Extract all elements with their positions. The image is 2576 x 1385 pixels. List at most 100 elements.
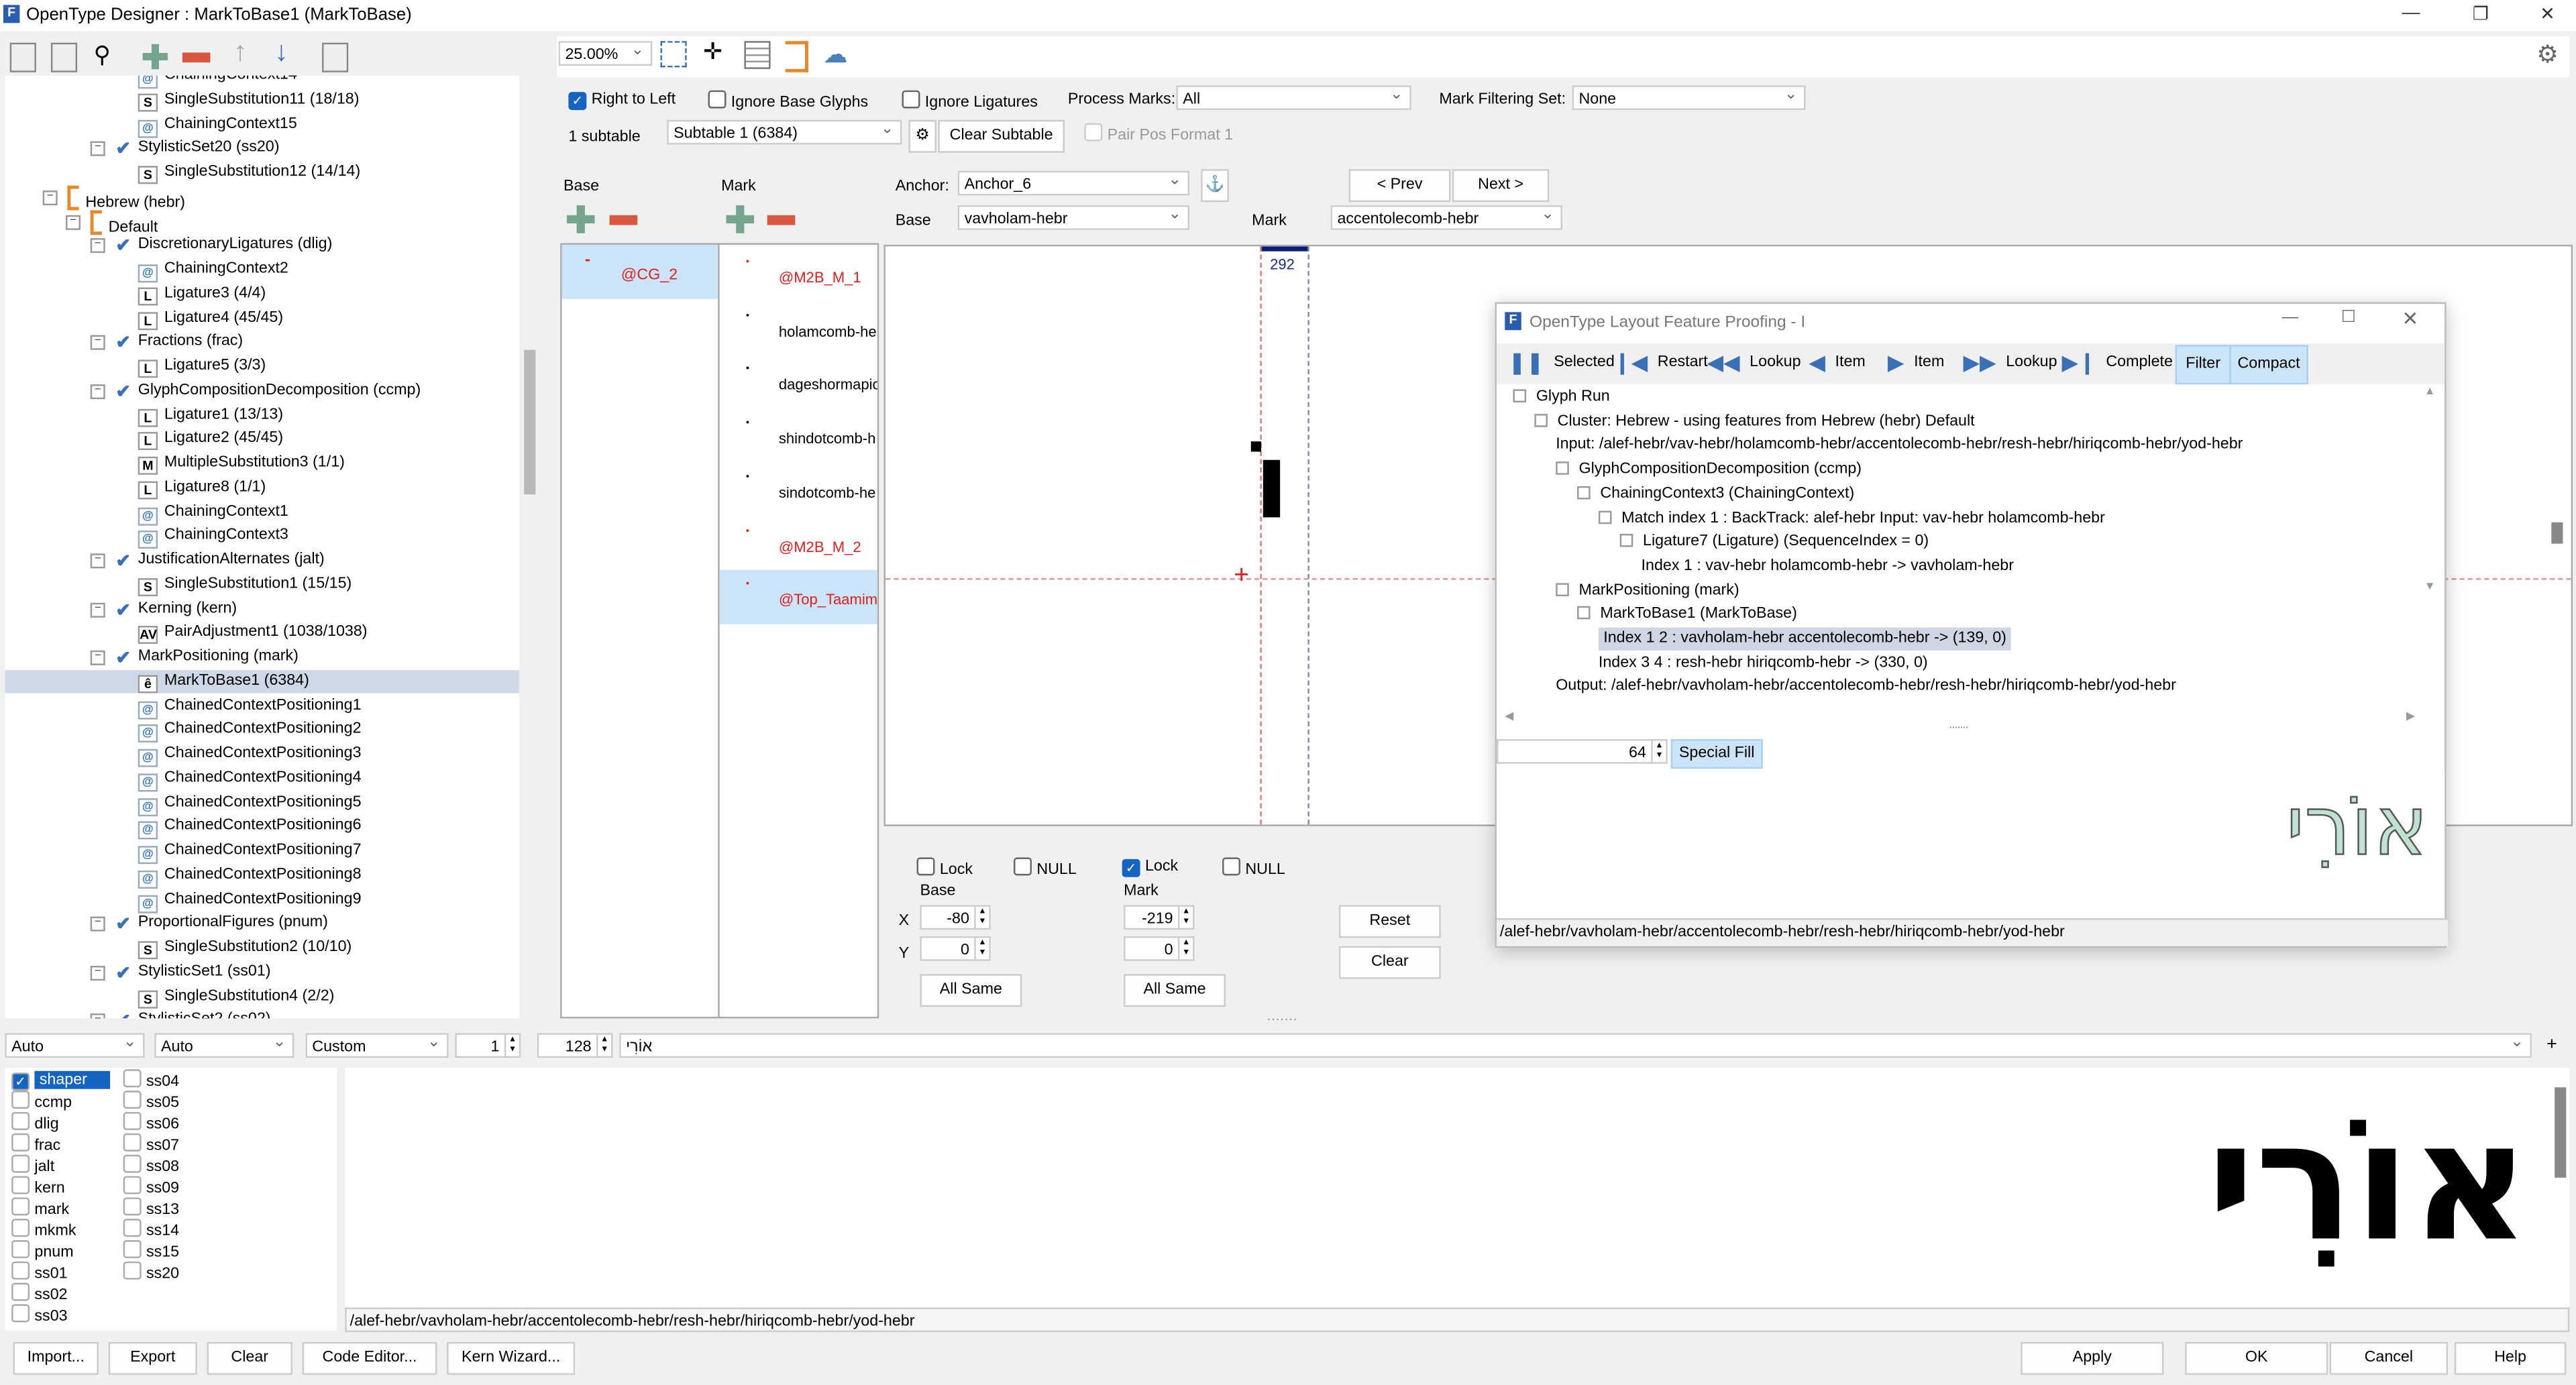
- checkbox-icon[interactable]: [11, 1304, 30, 1323]
- tree-item[interactable]: − ✔ StylisticSet20 (ss20): [5, 137, 519, 160]
- remove-icon[interactable]: [182, 52, 211, 63]
- collapse-toggle[interactable]: [1598, 510, 1612, 524]
- tree-item[interactable]: L Ligature2 (45/45): [5, 427, 519, 451]
- base-null-checkbox[interactable]: NULL: [1014, 857, 1077, 879]
- proof-tree-item[interactable]: Input: /alef-hebr/vav-hebr/holamcomb-heb…: [1556, 434, 2243, 457]
- font-size-field[interactable]: 128 ▲ ▼: [537, 1033, 613, 1058]
- fit-icon[interactable]: [660, 41, 687, 68]
- tree-item[interactable]: @ ChainedContextPositioning7: [5, 839, 519, 865]
- checkbox-icon[interactable]: [11, 1261, 30, 1280]
- next-lookup-button[interactable]: ▶▶ Lookup: [1964, 345, 2057, 381]
- list-item[interactable]: • holamcomb-he: [720, 302, 877, 356]
- collapse-toggle[interactable]: −: [42, 190, 58, 205]
- checkbox-icon[interactable]: [123, 1197, 142, 1216]
- feature-checkbox[interactable]: ccmp: [11, 1091, 72, 1112]
- mark-y-field[interactable]: 0 ▲ ▼: [1124, 936, 1195, 961]
- export-button[interactable]: Export: [108, 1341, 197, 1375]
- preview-lookup-icon[interactable]: [50, 42, 78, 72]
- checkbox-icon[interactable]: [123, 1069, 142, 1088]
- import-button[interactable]: Import...: [13, 1341, 99, 1375]
- collapse-toggle[interactable]: −: [90, 142, 105, 157]
- checkbox-icon[interactable]: [123, 1239, 142, 1258]
- tree-item[interactable]: L Ligature8 (1/1): [5, 476, 519, 499]
- filter-toggle[interactable]: Filter: [2175, 345, 2231, 385]
- collapse-toggle[interactable]: [1619, 534, 1633, 547]
- prev-lookup-button[interactable]: ◀◀ Lookup: [1707, 345, 1801, 381]
- checkbox-icon[interactable]: [11, 1133, 30, 1152]
- collapse-toggle[interactable]: −: [65, 214, 81, 229]
- splitter-handle[interactable]: ·······: [1267, 1012, 1297, 1027]
- checkbox-icon[interactable]: [11, 1197, 30, 1216]
- tree-item[interactable]: L Ligature1 (13/13): [5, 403, 519, 427]
- feature-checkbox[interactable]: kern: [11, 1176, 65, 1197]
- proof-tree-item[interactable]: Index 1 : vav-hebr holamcomb-hebr -> vav…: [1642, 555, 2014, 577]
- ignore-base-checkbox[interactable]: Ignore Base Glyphs: [708, 90, 868, 112]
- proof-maximize-button[interactable]: ☐: [2341, 309, 2356, 327]
- checkbox-icon[interactable]: [123, 1176, 142, 1195]
- mark-null-checkbox[interactable]: NULL: [1222, 857, 1285, 879]
- feature-checkbox[interactable]: jalt: [11, 1154, 54, 1176]
- feature-checkbox[interactable]: mkmk: [11, 1219, 76, 1240]
- tree-item[interactable]: S SingleSubstitution11 (18/18): [5, 89, 519, 111]
- collapse-toggle[interactable]: −: [90, 602, 105, 617]
- add-base-icon[interactable]: [566, 205, 595, 233]
- feature-checkbox[interactable]: ss04: [123, 1069, 179, 1091]
- proof-tree-item[interactable]: Output: /alef-hebr/vavholam-hebr/accento…: [1556, 675, 2176, 698]
- tree-item[interactable]: − ✔ MarkPositioning (mark): [5, 645, 519, 668]
- minimize-button[interactable]: —: [2402, 3, 2420, 23]
- collapse-toggle[interactable]: −: [90, 650, 105, 665]
- subtable-select[interactable]: Subtable 1 (6384): [667, 117, 902, 145]
- checkbox-icon[interactable]: [11, 1176, 30, 1195]
- feature-checkbox[interactable]: ss01: [11, 1261, 68, 1283]
- checkbox-icon[interactable]: [11, 1239, 30, 1258]
- base-x-field[interactable]: -80 ▲ ▼: [920, 905, 991, 930]
- feature-checkbox[interactable]: ss14: [123, 1219, 179, 1240]
- collapse-toggle[interactable]: [1577, 486, 1591, 499]
- tree-item[interactable]: − ✔ ProportionalFigures (pnum): [5, 912, 519, 935]
- proof-tree-item[interactable]: GlyphCompositionDecomposition (ccmp): [1556, 459, 1862, 482]
- rtl-checkbox[interactable]: ✓ Right to Left: [568, 91, 676, 111]
- prev-button[interactable]: < Prev: [1348, 169, 1451, 203]
- tree-item[interactable]: @ ChainingContext14: [5, 75, 519, 89]
- feature-checklist[interactable]: ✓ shaper ccmp dlig frac jalt kern mark mkmk pnum s…: [5, 1067, 337, 1331]
- process-marks-select[interactable]: All: [1176, 82, 1411, 111]
- checkbox-icon[interactable]: [123, 1261, 142, 1280]
- add-mark-icon[interactable]: [726, 205, 755, 233]
- collapse-toggle[interactable]: −: [90, 965, 105, 981]
- tree-item[interactable]: @ ChainedContextPositioning3: [5, 742, 519, 767]
- next-button[interactable]: Next >: [1452, 169, 1550, 203]
- tree-item[interactable]: @ ChainedContextPositioning2: [5, 718, 519, 743]
- grid-icon[interactable]: [744, 41, 771, 69]
- proof-tree-item[interactable]: Ligature7 (Ligature) (SequenceIndex = 0): [1619, 531, 1929, 553]
- import-lookup-icon[interactable]: [9, 42, 36, 72]
- cancel-button[interactable]: Cancel: [2329, 1341, 2449, 1375]
- tree-item[interactable]: ê MarkToBase1 (6384): [5, 669, 519, 693]
- proof-minimize-button[interactable]: —: [2282, 309, 2298, 327]
- checkbox-icon[interactable]: [11, 1282, 30, 1301]
- base-all-same-button[interactable]: All Same: [920, 974, 1022, 1007]
- checkbox-icon[interactable]: [11, 1091, 30, 1109]
- tree-item[interactable]: @ ChainedContextPositioning1: [5, 694, 519, 719]
- tree-item[interactable]: @ ChainingContext2: [5, 258, 519, 283]
- prev-item-button[interactable]: ◀ Item: [1809, 345, 1865, 381]
- feature-checkbox[interactable]: ss13: [123, 1197, 179, 1219]
- language-select[interactable]: Auto: [154, 1030, 294, 1058]
- spinner[interactable]: ▲ ▼: [1177, 906, 1193, 928]
- tree-item[interactable]: − ✔ StylisticSet2 (ss02): [5, 1009, 519, 1019]
- proof-tree-item[interactable]: MarkPositioning (mark): [1556, 579, 1739, 602]
- tree-scrollbar-thumb[interactable]: [524, 349, 536, 495]
- tree-item[interactable]: S SingleSubstitution4 (2/2): [5, 985, 519, 1008]
- tree-item[interactable]: − ✔ GlyphCompositionDecomposition (ccmp): [5, 379, 519, 402]
- spinner[interactable]: ▲ ▼: [1651, 740, 1666, 763]
- collapse-toggle[interactable]: [1534, 413, 1548, 427]
- add-icon[interactable]: [142, 44, 168, 70]
- checkbox-icon[interactable]: [123, 1219, 142, 1237]
- help-button[interactable]: Help: [2454, 1341, 2567, 1375]
- anchor-icon-button[interactable]: ⚓: [1201, 169, 1229, 203]
- tree-item[interactable]: M MultipleSubstitution3 (1/1): [5, 451, 519, 475]
- feature-checkbox[interactable]: frac: [11, 1133, 60, 1155]
- checkbox-icon[interactable]: [11, 1219, 30, 1237]
- proof-size-field[interactable]: 64 ▲ ▼: [1497, 739, 1668, 764]
- lookup-menu-icon[interactable]: [322, 42, 349, 72]
- tree-item[interactable]: @ ChainingContext1: [5, 500, 519, 525]
